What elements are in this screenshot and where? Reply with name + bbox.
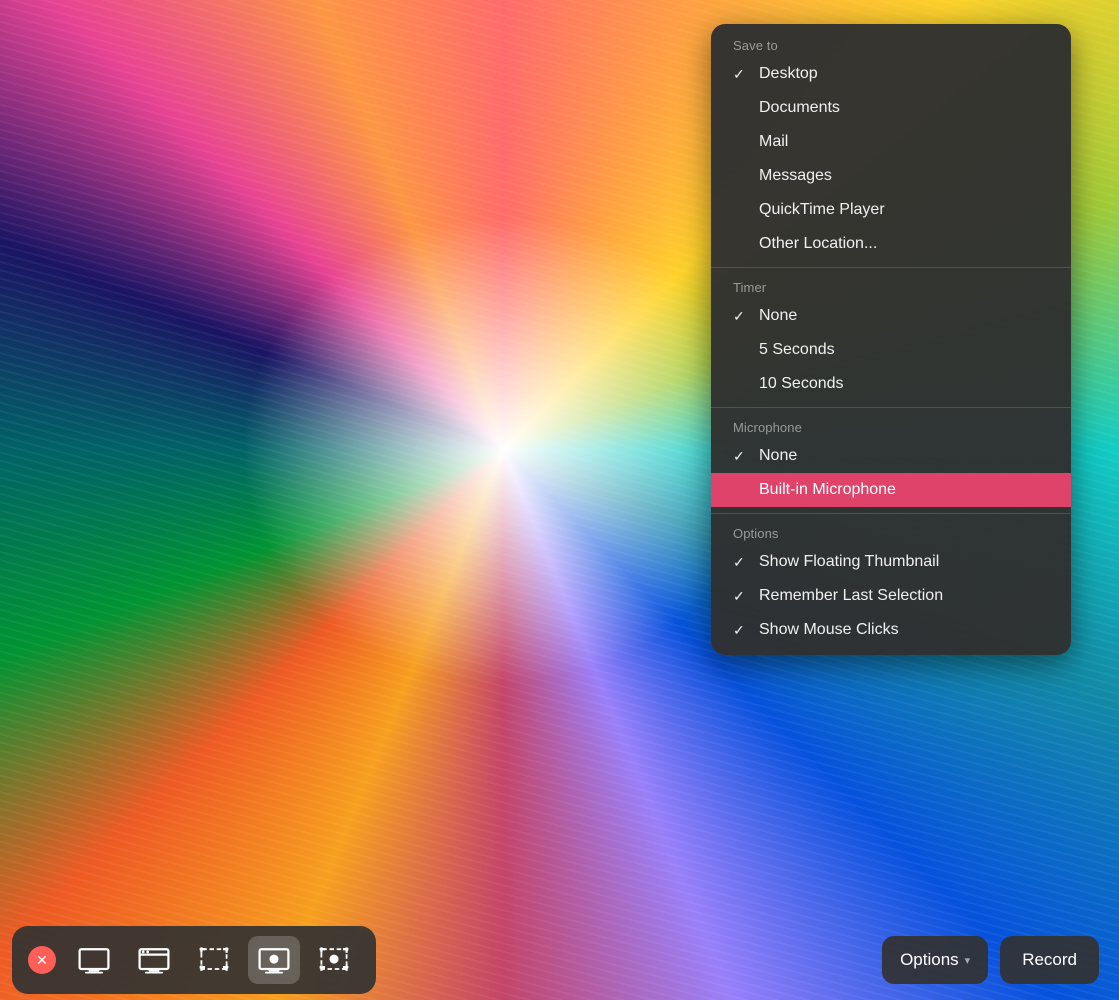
save-to-documents[interactable]: Documents [711,91,1071,125]
mic-builtin-label: Built-in Microphone [759,481,896,499]
bottom-right-actions: Options ▾ Record [882,920,1119,1000]
divider-3 [711,513,1071,514]
toolbar-inner: ✕ [12,926,376,994]
quicktime-label: QuickTime Player [759,201,885,219]
timer-10sec[interactable]: 10 Seconds [711,367,1071,401]
mic-none[interactable]: ✓ None [711,439,1071,473]
record-selection-button[interactable] [308,936,360,984]
mail-label: Mail [759,133,788,151]
option-remember-selection[interactable]: ✓ Remember Last Selection [711,579,1071,613]
documents-label: Documents [759,99,840,117]
option-show-mouse-clicks[interactable]: ✓ Show Mouse Clicks [711,613,1071,647]
mic-builtin[interactable]: Built-in Microphone [711,473,1071,507]
capture-full-screen-button[interactable] [68,936,120,984]
close-icon: ✕ [36,952,48,969]
options-btn-label: Options [900,950,959,970]
remember-selection-label: Remember Last Selection [759,587,943,605]
save-to-mail[interactable]: Mail [711,125,1071,159]
divider-1 [711,267,1071,268]
messages-label: Messages [759,167,832,185]
timer-none-check: ✓ [733,308,749,325]
record-selection-icon [316,942,352,978]
remember-selection-check: ✓ [733,588,749,605]
timer-none-label: None [759,307,797,325]
mic-none-check: ✓ [733,448,749,465]
timer-5sec-label: 5 Seconds [759,341,835,359]
options-dropdown: Save to ✓ Desktop Documents Mail Message… [711,24,1071,655]
floating-thumbnail-check: ✓ [733,554,749,571]
option-floating-thumbnail[interactable]: ✓ Show Floating Thumbnail [711,545,1071,579]
capture-selection-icon [196,942,232,978]
other-label: Other Location... [759,235,877,253]
capture-window-button[interactable] [128,936,180,984]
timer-none[interactable]: ✓ None [711,299,1071,333]
capture-selection-button[interactable] [188,936,240,984]
options-button[interactable]: Options ▾ [882,936,988,984]
save-to-messages[interactable]: Messages [711,159,1071,193]
timer-section-label: Timer [711,274,1071,299]
save-to-section-label: Save to [711,32,1071,57]
chevron-down-icon: ▾ [965,954,971,967]
record-full-screen-icon [256,942,292,978]
timer-5sec[interactable]: 5 Seconds [711,333,1071,367]
record-btn-label: Record [1022,950,1077,969]
show-mouse-clicks-check: ✓ [733,622,749,639]
save-to-desktop[interactable]: ✓ Desktop [711,57,1071,91]
capture-full-screen-icon [76,942,112,978]
capture-window-icon [136,942,172,978]
save-to-quicktime[interactable]: QuickTime Player [711,193,1071,227]
record-full-screen-button[interactable] [248,936,300,984]
floating-thumbnail-label: Show Floating Thumbnail [759,553,939,571]
timer-10sec-label: 10 Seconds [759,375,844,393]
desktop-check: ✓ [733,66,749,83]
close-button[interactable]: ✕ [28,946,56,974]
show-mouse-clicks-label: Show Mouse Clicks [759,621,899,639]
mic-none-label: None [759,447,797,465]
save-to-other[interactable]: Other Location... [711,227,1071,261]
desktop-label: Desktop [759,65,818,83]
record-button[interactable]: Record [1000,936,1099,984]
options-section-label: Options [711,520,1071,545]
divider-2 [711,407,1071,408]
microphone-section-label: Microphone [711,414,1071,439]
